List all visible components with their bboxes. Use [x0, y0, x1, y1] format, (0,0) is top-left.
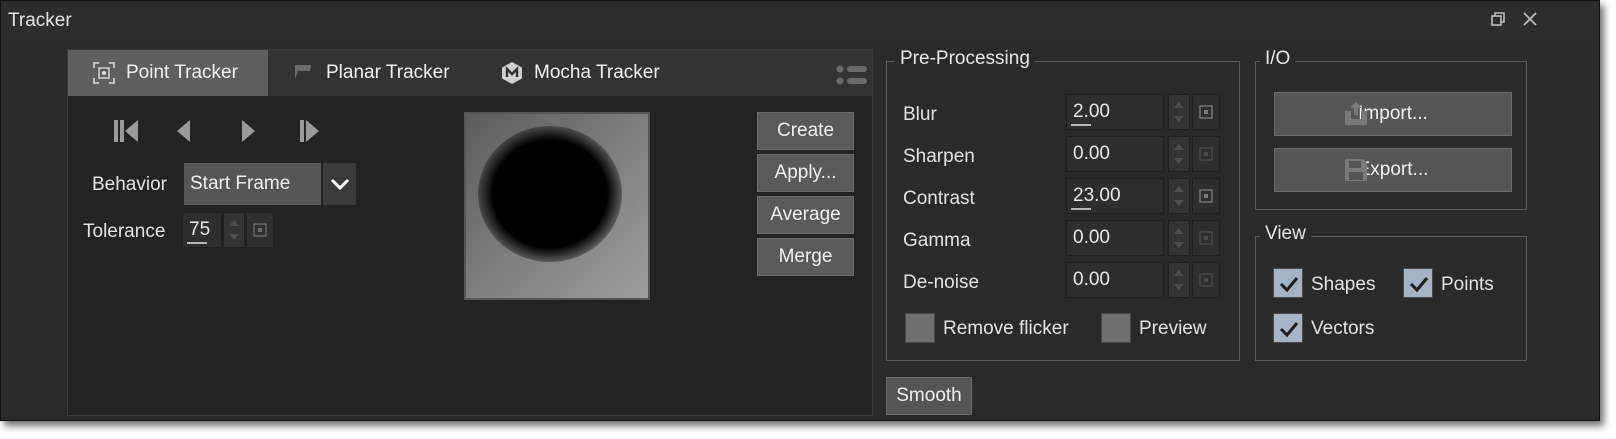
shapes-label: Shapes [1311, 274, 1376, 295]
tolerance-spinner[interactable] [223, 212, 245, 248]
tolerance-label: Tolerance [83, 221, 166, 242]
tab-label: Planar Tracker [326, 62, 450, 83]
export-button[interactable]: Export... [1274, 148, 1512, 192]
remove-flicker-label: Remove flicker [943, 318, 1069, 339]
create-button[interactable]: Create [757, 112, 854, 150]
tolerance-field[interactable]: 75 [182, 212, 222, 248]
tab-label: Mocha Tracker [534, 62, 660, 83]
tab-point-tracker[interactable]: Point Tracker [68, 50, 268, 96]
view-title: View [1260, 223, 1311, 245]
tab-planar-tracker[interactable]: Planar Tracker [268, 50, 478, 96]
behavior-dropdown[interactable]: Start Frame [184, 163, 356, 205]
vectors-checkbox[interactable] [1273, 313, 1303, 343]
skip-to-end-icon[interactable] [296, 115, 328, 147]
contrast-value: 23.00 [1073, 185, 1121, 206]
gamma-label: Gamma [903, 230, 971, 251]
value-underline [187, 242, 207, 244]
remove-flicker-checkbox[interactable] [905, 313, 935, 343]
value-underline [1071, 208, 1091, 210]
title-bar[interactable]: Tracker [1, 1, 1599, 39]
vectors-label: Vectors [1311, 318, 1375, 339]
import-icon [1345, 102, 1367, 125]
contrast-spinner[interactable] [1168, 178, 1190, 214]
gamma-field[interactable]: 0.00 [1066, 220, 1164, 256]
contrast-label: Contrast [903, 188, 975, 209]
step-back-icon[interactable] [168, 115, 200, 147]
options-menu-icon[interactable] [836, 63, 868, 92]
mocha-icon [502, 62, 522, 84]
flag-icon [295, 65, 311, 79]
denoise-value: 0.00 [1073, 269, 1110, 290]
apply-button[interactable]: Apply... [757, 154, 854, 192]
window-title: Tracker [8, 10, 72, 31]
contrast-keyframe-button[interactable] [1192, 178, 1220, 214]
preview-checkbox[interactable] [1101, 313, 1131, 343]
tab-label: Point Tracker [126, 62, 238, 83]
import-button[interactable]: Import... [1274, 92, 1512, 136]
value-underline [1071, 124, 1091, 126]
blur-keyframe-button[interactable] [1192, 94, 1220, 130]
points-checkbox[interactable] [1403, 268, 1433, 298]
tolerance-keyframe-button[interactable] [246, 212, 274, 248]
sharpen-value: 0.00 [1073, 143, 1110, 164]
chevron-down-icon[interactable] [321, 163, 356, 205]
restore-icon[interactable] [1489, 9, 1509, 29]
sharpen-spinner[interactable] [1168, 136, 1190, 172]
denoise-keyframe-button[interactable] [1192, 262, 1220, 298]
shapes-checkbox[interactable] [1273, 268, 1303, 298]
denoise-label: De-noise [903, 272, 980, 293]
io-title: I/O [1260, 48, 1296, 70]
tolerance-value: 75 [189, 219, 211, 240]
sharpen-label: Sharpen [903, 146, 975, 167]
behavior-value: Start Frame [190, 173, 291, 194]
points-label: Points [1441, 274, 1494, 295]
gamma-keyframe-button[interactable] [1192, 220, 1220, 256]
gamma-value: 0.00 [1073, 227, 1110, 248]
behavior-label: Behavior [92, 174, 167, 195]
checkmark-icon [1279, 277, 1299, 293]
blur-spinner[interactable] [1168, 94, 1190, 130]
gamma-spinner[interactable] [1168, 220, 1190, 256]
blur-field[interactable]: 2.00 [1066, 94, 1164, 130]
denoise-field[interactable]: 0.00 [1066, 262, 1164, 298]
denoise-spinner[interactable] [1168, 262, 1190, 298]
point-tracker-icon [93, 62, 115, 84]
smooth-button[interactable]: Smooth [886, 377, 972, 415]
skip-to-start-icon[interactable] [110, 115, 142, 147]
tracker-tabs: Point Tracker Planar Tracker Mocha Track… [68, 50, 872, 96]
checkmark-icon [1409, 277, 1429, 293]
tab-mocha-tracker[interactable]: Mocha Tracker [478, 50, 698, 96]
blur-label: Blur [903, 104, 937, 125]
close-icon[interactable] [1520, 9, 1540, 29]
checkmark-icon [1279, 322, 1299, 338]
contrast-field[interactable]: 23.00 [1066, 178, 1164, 214]
blur-value: 2.00 [1073, 101, 1110, 122]
sharpen-field[interactable]: 0.00 [1066, 136, 1164, 172]
tracker-preview-image [464, 112, 650, 300]
sharpen-keyframe-button[interactable] [1192, 136, 1220, 172]
merge-button[interactable]: Merge [757, 238, 854, 276]
save-icon [1345, 159, 1367, 181]
step-forward-icon[interactable] [232, 115, 264, 147]
preview-label: Preview [1139, 318, 1207, 339]
preprocessing-title: Pre-Processing [895, 48, 1035, 70]
average-button[interactable]: Average [757, 196, 854, 234]
